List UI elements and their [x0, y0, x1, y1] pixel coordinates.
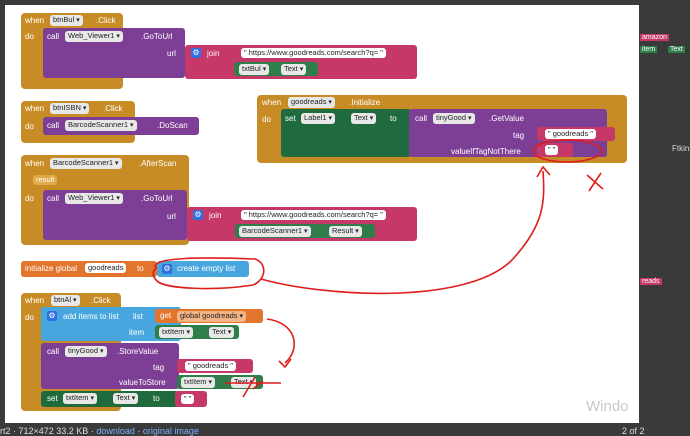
- tinygood-dropdown[interactable]: tinyGood: [433, 113, 475, 124]
- empty-string-value[interactable]: " ": [181, 394, 195, 404]
- goodreads-screen-dropdown[interactable]: goodreads: [288, 97, 335, 108]
- tinygood-dropdown[interactable]: tinyGood: [65, 346, 107, 357]
- to-label: to: [137, 264, 144, 273]
- event-name: .Click: [91, 296, 111, 305]
- txtitem-dropdown[interactable]: txtItem: [63, 393, 97, 404]
- valuetostore-label: valueToStore: [119, 378, 166, 387]
- when-label: when: [25, 159, 45, 168]
- text-prop-dropdown[interactable]: Text: [113, 393, 139, 404]
- get-label: get: [160, 311, 172, 320]
- download-link[interactable]: download: [96, 426, 135, 436]
- getvalue-label: .GetValue: [489, 114, 524, 123]
- windows-watermark: Windo: [586, 398, 629, 415]
- barcodescanner1-dropdown[interactable]: BarcodeScanner1: [65, 120, 137, 131]
- cross-annotation-right: [586, 172, 604, 192]
- gotourl-label: .GoToUrl: [141, 194, 173, 203]
- arrow-head-down: [278, 358, 292, 369]
- join-label: join: [209, 211, 222, 220]
- btnisbn-dropdown[interactable]: btnISBN: [50, 103, 90, 114]
- url-string[interactable]: " https://www.goodreads.com/search?q= ": [241, 48, 386, 58]
- gear-icon[interactable]: ⚙: [162, 264, 172, 274]
- separator: ·: [137, 426, 141, 436]
- original-image-link[interactable]: original image: [143, 426, 199, 436]
- tag-label: tag: [153, 363, 165, 372]
- gear-icon[interactable]: ⚙: [47, 311, 57, 321]
- arrow-annotation-down: [266, 318, 295, 364]
- tag-string[interactable]: " goodreads ": [185, 361, 236, 371]
- join-label: join: [207, 49, 220, 58]
- call-label: call: [47, 194, 60, 203]
- barcodescanner1-dropdown[interactable]: BarcodeScanner1: [50, 158, 122, 169]
- arrow-head-up: [536, 165, 551, 178]
- file-info: rt2 · 712×472 33.2 KB: [0, 426, 89, 436]
- event-name: .Click: [103, 104, 123, 113]
- initialize-label: .Initialize: [349, 98, 381, 107]
- afterscan-label: .AfterScan: [139, 159, 177, 168]
- url-string[interactable]: " https://www.goodreads.com/search?q= ": [241, 210, 386, 220]
- gear-icon[interactable]: ⚙: [191, 48, 201, 58]
- txtitem-dropdown[interactable]: txtItem: [181, 377, 215, 388]
- doscan-label: .DoScan: [157, 121, 188, 130]
- storevalue-label: .StoreValue: [117, 347, 159, 356]
- valueiftagnotthere-label: valueIfTagNotThere: [451, 147, 521, 156]
- txtitem-dropdown[interactable]: txtItem: [159, 327, 193, 338]
- when-label: when: [25, 296, 45, 305]
- do-label: do: [25, 32, 34, 41]
- blocks-workspace[interactable]: when btnBul .Click do call Web_Viewer1 .…: [5, 5, 639, 423]
- to-label: to: [390, 114, 397, 123]
- result-param[interactable]: result: [33, 175, 58, 185]
- initialize-global-label: initialize global: [25, 264, 78, 273]
- to-label: to: [153, 394, 160, 403]
- create-empty-list-label: create empty list: [177, 264, 236, 273]
- text-prop-dropdown[interactable]: Text: [351, 113, 377, 124]
- do-label: do: [262, 115, 271, 124]
- separator: ·: [90, 426, 94, 436]
- sidebar-reads-tag: reads: [640, 278, 662, 285]
- sidebar-text-tag: Text: [668, 46, 685, 53]
- sidebar-item-tag: item: [640, 46, 658, 53]
- do-label: do: [25, 194, 34, 203]
- set-label: set: [285, 114, 296, 123]
- global-goodreads-dropdown[interactable]: global goodreads: [177, 311, 247, 322]
- do-label: do: [25, 122, 34, 131]
- sidebar-hint-text: Ftkinles: [672, 144, 690, 153]
- set-label: set: [47, 394, 58, 403]
- btnal-dropdown[interactable]: btnAl: [51, 295, 80, 306]
- tag-string[interactable]: " goodreads ": [545, 129, 596, 139]
- url-label: url: [167, 49, 176, 58]
- label1-dropdown[interactable]: Label1: [301, 113, 335, 124]
- event-name: .Click: [96, 16, 116, 25]
- text-prop-dropdown[interactable]: Text: [231, 377, 257, 388]
- item-label: item: [129, 328, 145, 337]
- sidebar-amazon-tag: amazon: [640, 34, 669, 41]
- tag-label: tag: [513, 131, 525, 140]
- when-label: when: [262, 98, 282, 107]
- when-label: when: [25, 16, 45, 25]
- url-label: url: [167, 212, 176, 221]
- page-indicator: 2 of 2: [622, 426, 645, 436]
- webviewer1-dropdown[interactable]: Web_Viewer1: [65, 193, 123, 204]
- btnbul-dropdown[interactable]: btnBul: [50, 15, 83, 26]
- do-label: do: [25, 313, 34, 322]
- add-items-label: add items to list: [63, 312, 119, 321]
- text-prop-dropdown[interactable]: Text: [209, 327, 235, 338]
- webviewer1-dropdown[interactable]: Web_Viewer1: [65, 31, 123, 42]
- status-bar: rt2 · 712×472 33.2 KB · download · origi…: [0, 426, 690, 436]
- call-label: call: [415, 114, 428, 123]
- call-label: call: [47, 347, 60, 356]
- global-name-field[interactable]: goodreads: [85, 263, 127, 273]
- barcodescanner1-dropdown[interactable]: BarcodeScanner1: [239, 226, 311, 237]
- call-label: call: [47, 121, 60, 130]
- gotourl-label: .GoToUrl: [141, 32, 173, 41]
- txtbul-dropdown[interactable]: txtBul: [239, 64, 270, 75]
- result-prop-dropdown[interactable]: Result: [329, 226, 362, 237]
- when-label: when: [25, 104, 45, 113]
- list-label: list: [133, 312, 143, 321]
- call-label: call: [47, 32, 60, 41]
- empty-string-value[interactable]: " ": [545, 145, 559, 155]
- gear-icon[interactable]: ⚙: [193, 210, 203, 220]
- text-prop-dropdown[interactable]: Text: [281, 64, 307, 75]
